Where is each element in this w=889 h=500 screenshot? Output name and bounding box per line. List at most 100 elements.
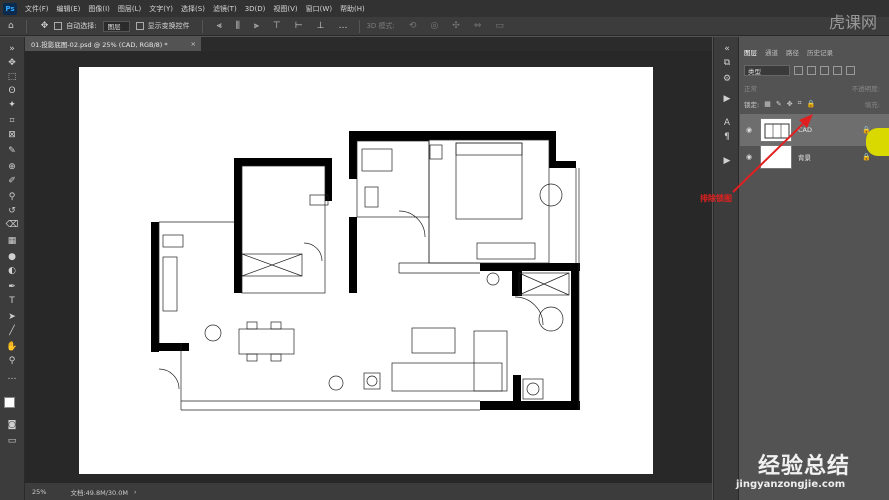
show-transform-checkbox[interactable] — [135, 22, 144, 30]
cad-floor-plan — [151, 131, 580, 411]
auto-select-dropdown[interactable]: 图层 — [102, 20, 130, 32]
menu-filter[interactable]: 滤镜(T) — [209, 4, 241, 14]
opacity-label: 不透明度: — [851, 84, 880, 93]
3d-scale-icon: ▭ — [495, 21, 504, 31]
lock-row: 锁定: ▦ ✎ ✥ ⌗ 🔒 填充: — [744, 98, 886, 109]
divider — [359, 19, 361, 33]
blend-row: 正常 不透明度: — [744, 82, 886, 93]
move-tool-icon[interactable]: ✥ — [4, 57, 20, 69]
align-center-icon[interactable]: ⫼ — [236, 21, 240, 31]
menu-view[interactable]: 视图(V) — [269, 4, 301, 14]
line-tool-icon[interactable]: ╱ — [4, 325, 20, 337]
annotation-text: 排除锁图 — [700, 194, 732, 203]
menu-type[interactable]: 文字(Y) — [145, 4, 177, 14]
tab-channels[interactable]: 通道 — [761, 47, 782, 57]
divider — [201, 19, 203, 33]
auto-select-checkbox[interactable] — [54, 22, 63, 30]
pixel-filter-icon[interactable] — [794, 66, 803, 75]
align-bottom-icon[interactable]: ⊥ — [317, 21, 325, 31]
menu-image[interactable]: 图像(I) — [84, 4, 114, 14]
lasso-tool-icon[interactable]: ʘ — [4, 85, 20, 97]
menu-bar: Ps 文件(F) 编辑(E) 图像(I) 图层(L) 文字(Y) 选择(S) 滤… — [0, 0, 889, 17]
menu-3d[interactable]: 3D(D) — [241, 5, 270, 13]
menu-select[interactable]: 选择(S) — [177, 4, 209, 14]
align-right-icon[interactable]: ⫸ — [254, 21, 259, 31]
3d-rotate-icon: ⟲ — [408, 21, 417, 31]
actions-panel-icon[interactable]: ▶ — [720, 93, 734, 105]
blur-tool-icon[interactable]: ● — [4, 251, 20, 263]
adjustments-panel-icon[interactable]: ⚙ — [720, 73, 734, 85]
chevron-right-icon[interactable]: › — [134, 488, 137, 496]
shape-filter-icon[interactable] — [833, 66, 842, 75]
type-filter-icon[interactable] — [820, 66, 829, 75]
fill-label: 填充: — [864, 100, 880, 109]
layer-filter-row: 类型 — [744, 64, 886, 77]
lock-transparent-icon[interactable]: ▦ — [764, 100, 771, 108]
quick-mask-icon[interactable]: ◙ — [4, 419, 20, 431]
eyedropper-tool-icon[interactable]: ✎ — [4, 145, 20, 157]
watermark-cn: 经验总结 — [758, 454, 851, 479]
menu-window[interactable]: 窗口(W) — [302, 4, 336, 14]
clone-stamp-icon[interactable]: ⚲ — [4, 191, 20, 203]
tab-history[interactable]: 历史记录 — [803, 47, 837, 57]
hand-tool-icon[interactable]: ✋ — [4, 341, 20, 353]
dodge-tool-icon[interactable]: ◐ — [4, 265, 20, 277]
watermark-top: 虎课网 — [828, 13, 877, 32]
move-tool-icon[interactable]: ✥ — [41, 21, 49, 31]
blend-mode-dropdown[interactable]: 正常 — [744, 83, 757, 93]
3d-slide-icon: ⇔ — [473, 21, 482, 31]
document-tab[interactable]: 01.投影底图-02.psd @ 25% (CAD, RGB/8) * × — [25, 37, 201, 51]
photoshop-logo-icon: Ps — [3, 2, 17, 15]
lock-all-icon[interactable]: 🔒 — [807, 100, 816, 108]
smart-object-filter-icon[interactable] — [846, 66, 855, 75]
lock-artboard-icon[interactable]: ⌗ — [798, 99, 802, 108]
path-select-icon[interactable]: ➤ — [4, 311, 20, 323]
marquee-tool-icon[interactable]: ⬚ — [4, 71, 20, 83]
pen-tool-icon[interactable]: ✒ — [4, 281, 20, 293]
filter-kind-dropdown[interactable]: 类型 — [744, 65, 790, 76]
brush-tool-icon[interactable]: ✐ — [4, 175, 20, 187]
lock-pixels-icon[interactable]: ✎ — [776, 100, 782, 108]
crop-tool-icon[interactable]: ⌗ — [4, 115, 20, 127]
align-top-icon[interactable]: ⊤ — [273, 21, 281, 31]
tab-layers[interactable]: 图层 — [740, 47, 761, 57]
type-tool-icon[interactable]: T — [4, 295, 20, 307]
tab-paths[interactable]: 路径 — [782, 47, 803, 57]
document-canvas[interactable] — [79, 67, 653, 474]
menu-edit[interactable]: 编辑(E) — [53, 4, 85, 14]
lock-icon[interactable]: 🔒 — [862, 153, 871, 161]
adjustment-filter-icon[interactable] — [807, 66, 816, 75]
home-icon[interactable]: ⌂ — [8, 21, 14, 31]
options-bar: ⌂ ✥ 自动选择: 图层 显示变换控件 ⫷ ⫼ ⫸ ⊤ ⊢ ⊥ … 3D 模式:… — [0, 17, 889, 36]
tools-panel: » ✥ ⬚ ʘ ✦ ⌗ ⊠ ✎ ⊕ ✐ ⚲ ↺ ⌫ ▦ ● ◐ ✒ T ➤ ╱ … — [0, 37, 25, 500]
frame-tool-icon[interactable]: ⊠ — [4, 129, 20, 141]
3d-mode-label: 3D 模式: — [366, 22, 395, 30]
align-left-icon[interactable]: ⫷ — [217, 21, 222, 31]
collapse-icon[interactable]: « — [720, 43, 734, 55]
history-panel-icon[interactable]: ⧉ — [720, 57, 734, 69]
3d-roll-icon: ◎ — [430, 21, 439, 31]
screen-mode-icon[interactable]: ▭ — [4, 435, 20, 447]
collapse-icon[interactable]: » — [4, 43, 20, 55]
eraser-tool-icon[interactable]: ⌫ — [4, 219, 20, 231]
gradient-tool-icon[interactable]: ▦ — [4, 235, 20, 247]
zoom-tool-icon[interactable]: ⚲ — [4, 355, 20, 367]
more-icon[interactable]: … — [338, 21, 347, 31]
menu-file[interactable]: 文件(F) — [21, 4, 53, 14]
healing-brush-icon[interactable]: ⊕ — [4, 161, 20, 173]
watermark-url: jingyanzongjie.com — [736, 479, 846, 490]
auto-select-label: 自动选择: — [66, 22, 97, 30]
close-tab-icon[interactable]: × — [191, 40, 196, 48]
divider — [25, 19, 27, 33]
lock-position-icon[interactable]: ✥ — [787, 100, 793, 108]
3d-pan-icon: ✣ — [452, 21, 460, 31]
menu-help[interactable]: 帮助(H) — [336, 4, 369, 14]
history-brush-icon[interactable]: ↺ — [4, 205, 20, 217]
align-middle-icon[interactable]: ⊢ — [295, 21, 303, 31]
magic-wand-tool-icon[interactable]: ✦ — [4, 99, 20, 111]
more-tools-icon[interactable]: … — [4, 371, 20, 383]
foreground-color-swatch[interactable] — [4, 397, 15, 408]
menu-layer[interactable]: 图层(L) — [114, 4, 145, 14]
zoom-level[interactable]: 25% — [32, 488, 46, 496]
panel-icon-strip: « ⧉ ⚙ ▶ A ¶ ▶ — [713, 37, 739, 500]
